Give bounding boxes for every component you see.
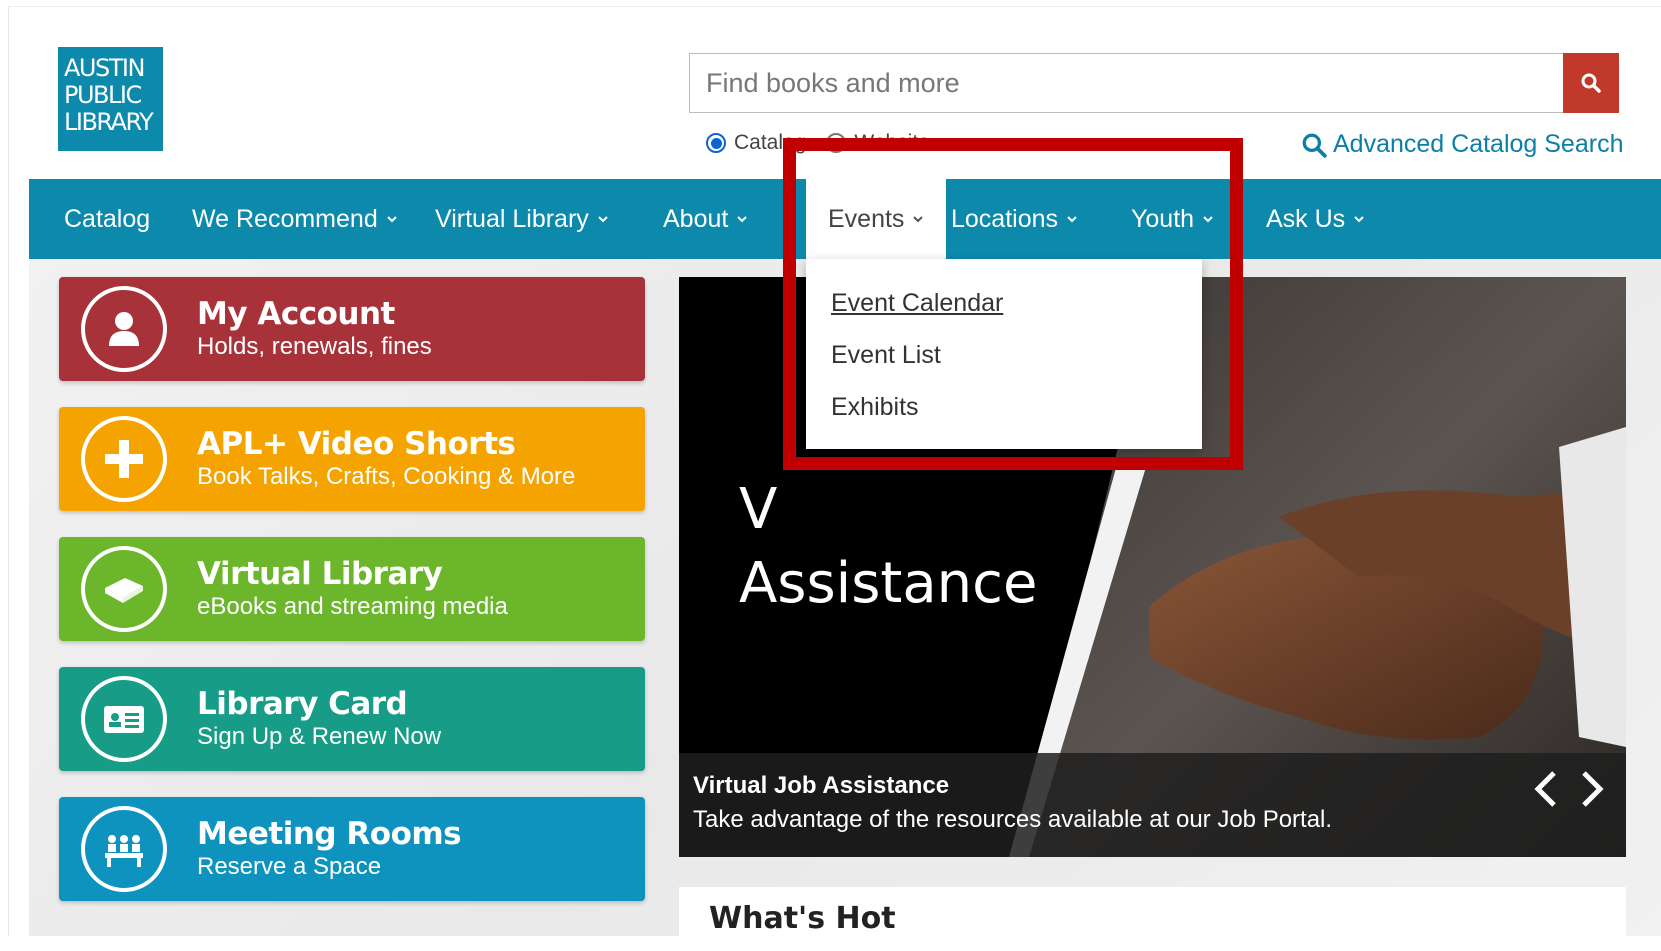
tile-title: Meeting Rooms [197,816,462,852]
nav-item-events[interactable]: Events [806,179,947,259]
logo-line-3: LIBRARY [64,108,154,136]
tile-my-account[interactable]: My Account Holds, renewals, fines [59,277,645,381]
nav-item-youth[interactable]: Youth [1131,179,1214,259]
tile-subtitle: Book Talks, Crafts, Cooking & More [197,463,576,490]
nav-item-catalog[interactable]: Catalog [64,179,150,259]
caption-text: Take advantage of the resources availabl… [693,806,1333,833]
chevron-down-icon [913,216,924,223]
search-scope: Catalog Website [706,131,930,155]
chevron-left-icon[interactable] [1532,767,1560,811]
nav-item-ask-us[interactable]: Ask Us [1266,179,1365,259]
chevron-down-icon [1067,216,1077,223]
library-logo[interactable]: AUSTIN PUBLIC LIBRARY [58,47,163,151]
book-icon [81,546,167,632]
whats-hot-title: What's Hot [709,901,896,936]
nav-item-label: About [663,204,729,233]
scope-catalog-radio[interactable] [706,133,726,153]
logo-line-2: PUBLIC [64,81,142,109]
slide-headline: V Assistance [739,473,1037,621]
scope-website-label[interactable]: Website [854,131,929,155]
nav-item-about[interactable]: About [663,179,748,259]
nav-item-label: Ask Us [1266,204,1346,233]
main-nav: Catalog We Recommend Virtual Library Abo… [29,179,1661,259]
tile-title: Library Card [197,686,408,722]
plus-icon [81,416,167,502]
nav-item-label: Events [828,204,905,233]
menu-item-event-list[interactable]: Event List [806,329,1202,381]
chevron-down-icon [598,216,608,223]
whats-hot-section: What's Hot [679,887,1626,936]
page: AUSTIN PUBLIC LIBRARY Catalog Website Ad… [8,6,1661,936]
tile-title: APL+ Video Shorts [197,426,516,462]
nav-item-label: We Recommend [192,204,378,233]
nav-item-label: Youth [1131,204,1195,233]
caption-title[interactable]: Virtual Job Assistance [693,769,1612,803]
carousel-caption: Virtual Job Assistance Take advantage of… [679,753,1626,857]
nav-item-virtual-library[interactable]: Virtual Library [435,179,609,259]
scope-catalog-label[interactable]: Catalog [734,131,806,155]
nav-item-label: Catalog [64,204,151,233]
scope-website-radio[interactable] [826,133,847,153]
meeting-icon [81,806,167,892]
search-input[interactable] [690,54,1562,112]
slide-headline-line-2: Assistance [739,551,1038,616]
id-card-icon [81,676,167,762]
advanced-search-label: Advanced Catalog Search [1333,130,1624,158]
chevron-down-icon [387,216,397,223]
events-dropdown-menu: Event Calendar Event List Exhibits [806,259,1202,449]
menu-item-event-calendar[interactable]: Event Calendar [806,277,1202,329]
search-bar [689,53,1619,113]
nav-item-we-recommend[interactable]: We Recommend [192,179,398,259]
chevron-right-icon[interactable] [1578,767,1606,811]
nav-item-locations[interactable]: Locations [951,179,1078,259]
tile-subtitle: Holds, renewals, fines [197,333,432,360]
tile-title: My Account [197,296,395,332]
tile-meeting-rooms[interactable]: Meeting Rooms Reserve a Space [59,797,645,901]
chevron-down-icon [737,216,748,223]
nav-item-label: Locations [951,204,1059,233]
chevron-down-icon [1354,216,1364,223]
magnifier-icon [1302,133,1327,158]
carousel-arrows [1532,767,1606,811]
menu-item-exhibits[interactable]: Exhibits [806,381,1202,433]
slide-headline-line-1: V [739,477,778,542]
chevron-down-icon [1203,216,1213,223]
user-icon [81,286,167,372]
tile-subtitle: eBooks and streaming media [197,593,508,620]
search-icon [1581,73,1601,93]
tile-video-shorts[interactable]: APL+ Video Shorts Book Talks, Crafts, Co… [59,407,645,511]
nav-item-label: Virtual Library [435,204,589,233]
tile-subtitle: Reserve a Space [197,853,382,880]
logo-line-1: AUSTIN [64,54,145,82]
tile-title: Virtual Library [197,556,443,592]
advanced-search-link[interactable]: Advanced Catalog Search [1301,130,1623,159]
search-button[interactable] [1563,53,1619,113]
tile-subtitle: Sign Up & Renew Now [197,723,442,750]
tile-library-card[interactable]: Library Card Sign Up & Renew Now [59,667,645,771]
tile-virtual-library[interactable]: Virtual Library eBooks and streaming med… [59,537,645,641]
